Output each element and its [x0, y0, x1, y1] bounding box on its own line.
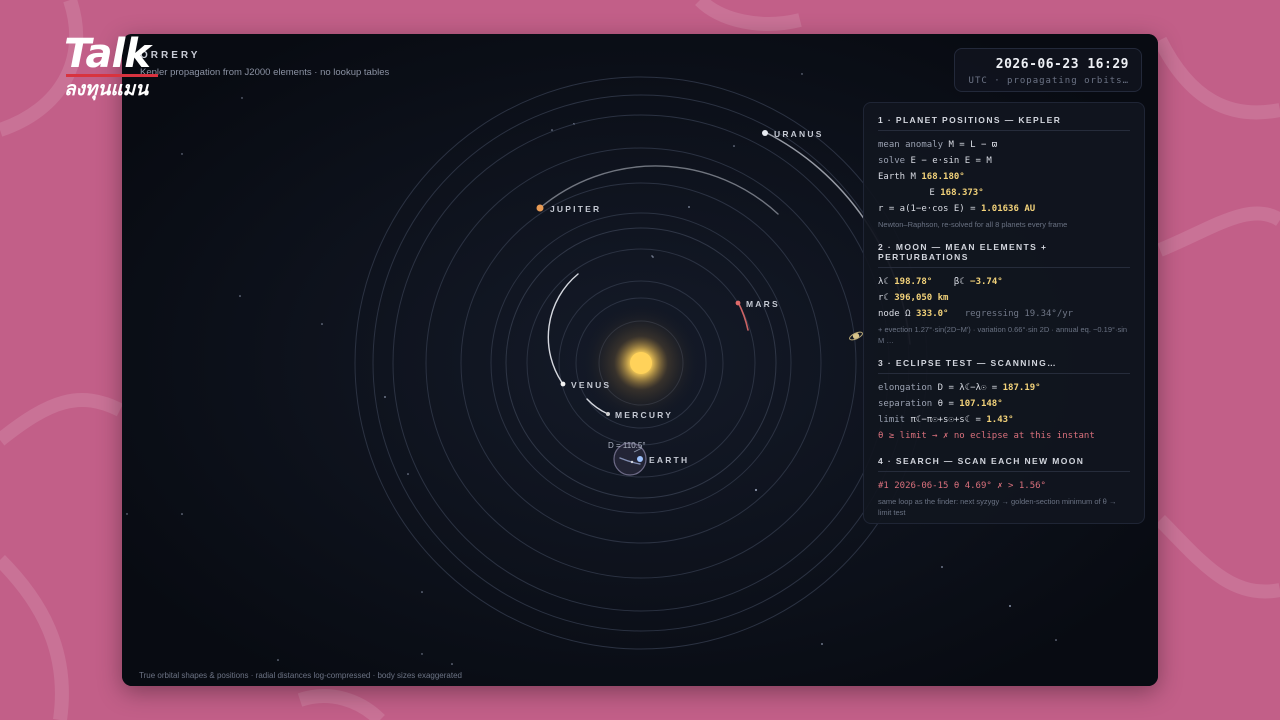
elongation-label: elongation [878, 383, 933, 393]
moon-node-label: node Ω [878, 309, 911, 319]
mean-anomaly-equation: M = L − ϖ [948, 140, 998, 150]
planet-mercury[interactable]: MERCURY [606, 410, 673, 420]
eclipse-result: θ ≥ limit → ✗ no eclipse at this instant [878, 431, 1095, 441]
earth-e-row: E 168.373° [878, 185, 1130, 201]
section-moon-title: 2 · MOON — MEAN ELEMENTS + PERTURBATIONS [878, 242, 1048, 262]
brand-subtitle: ลงทุนแมน [64, 78, 149, 100]
mean-anomaly-row: mean anomaly M = L − ϖ [878, 137, 1130, 153]
planet-label-uranus: URANUS [774, 129, 824, 139]
limit-equation: π☾−π☉+s☉+s☾ = [910, 415, 981, 425]
elongation-equation: D = λ☾−λ☉ = [937, 383, 998, 393]
brand-name: Talk [64, 31, 151, 77]
moon-r-value: 396,050 km [894, 293, 949, 303]
limit-value: 1.43° [986, 415, 1014, 425]
moon-r-label: r☾ [878, 293, 889, 303]
section-kepler-title: 1 · PLANET POSITIONS — KEPLER [878, 115, 1062, 125]
app-title: ORRERY [140, 50, 201, 61]
orrery-window: URANUS JUPITER MARS VENUS MERCURY EARTH [122, 34, 1158, 686]
elongation-value: 187.19° [1002, 383, 1041, 393]
moon-lambda-value: 198.78° [894, 277, 933, 287]
separation-value: 107.148° [959, 399, 1003, 409]
clock-widget: 2026-06-23 16:29 UTC · propagating orbit… [954, 48, 1142, 92]
brand-logo: Talk ลงทุนแมน [64, 31, 158, 100]
sun[interactable] [630, 352, 652, 374]
moon-beta-label: β☾ [953, 277, 965, 287]
moon-node-note: regressing 19.34°/yr [964, 309, 1074, 319]
elongation-row: elongation D = λ☾−λ☉ = 187.19° [878, 380, 1130, 396]
app-subtitle: Kepler propagation from J2000 elements ·… [140, 67, 390, 78]
solve-label: solve [878, 156, 906, 166]
earth-label: Earth [878, 172, 906, 182]
search-result-row[interactable]: #1 2026-06-15 θ 4.69° ✗ > 1.56° [878, 478, 1130, 494]
mean-anomaly-label: mean anomaly [878, 140, 944, 150]
section-search-title: 4 · SEARCH — SCAN EACH NEW MOON [878, 456, 1085, 466]
planet-label-earth: EARTH [649, 455, 689, 465]
moon-perturbation-note: + evection 1.27°·sin(2D−M′) · variation … [878, 325, 1128, 345]
planet-label-venus: VENUS [571, 380, 611, 390]
e-value: 168.373° [940, 188, 984, 198]
limit-row: limit π☾−π☉+s☉+s☾ = 1.43° [878, 412, 1130, 428]
m-label: M [910, 172, 916, 182]
search-note: same loop as the finder: next syzygy → g… [878, 497, 1117, 517]
e-label: E [929, 188, 935, 198]
moon-node-row: node Ω 333.0° regressing 19.34°/yr [878, 306, 1130, 322]
moon-marker [630, 460, 634, 464]
radius-value: 1.01636 AU [980, 204, 1036, 214]
earth-elongation-label: D = 110.5° [608, 441, 646, 450]
brand-underline [66, 74, 158, 77]
limit-label: limit [878, 415, 906, 425]
divider [878, 130, 1130, 131]
moon-position-row: λ☾ 198.78° β☾ −3.74° [878, 274, 1130, 290]
app-header: ORRERY Kepler propagation from J2000 ele… [140, 50, 389, 78]
clock-datetime: 2026-06-23 16:29 [995, 57, 1129, 72]
m-value: 168.180° [921, 172, 965, 182]
planet-label-mercury: MERCURY [615, 410, 673, 420]
moon-distance-row: r☾ 396,050 km [878, 290, 1130, 306]
planet-label-jupiter: JUPITER [550, 204, 601, 214]
earth-m-row: Earth M 168.180° [878, 169, 1130, 185]
moon-node-value: 333.0° [915, 309, 949, 319]
separation-label: separation [878, 399, 933, 409]
moon-lambda-label: λ☾ [878, 277, 889, 287]
clock-status: UTC · propagating orbits… [968, 76, 1129, 86]
divider [878, 471, 1130, 472]
divider [878, 373, 1130, 374]
footer-note: True orbital shapes & positions · radial… [139, 671, 462, 680]
radius-equation: r = a(1−e·cos E) = [878, 204, 976, 214]
section-eclipse-title: 3 · ECLIPSE TEST — SCANNING… [878, 358, 1057, 368]
solve-equation: E − e·sin E = M [910, 156, 992, 166]
moon-beta-value: −3.74° [970, 277, 1003, 287]
computation-panel: 1 · PLANET POSITIONS — KEPLER mean anoma… [863, 102, 1145, 524]
separation-equation: θ = [937, 399, 954, 409]
separation-row: separation θ = 107.148° [878, 396, 1130, 412]
radius-row: r = a(1−e·cos E) = 1.01636 AU [878, 201, 1130, 217]
kepler-note: Newton–Raphson, re-solved for all 8 plan… [878, 220, 1068, 229]
divider [878, 267, 1130, 268]
planet-label-mars: MARS [746, 299, 780, 309]
solve-row: solve E − e·sin E = M [878, 153, 1130, 169]
